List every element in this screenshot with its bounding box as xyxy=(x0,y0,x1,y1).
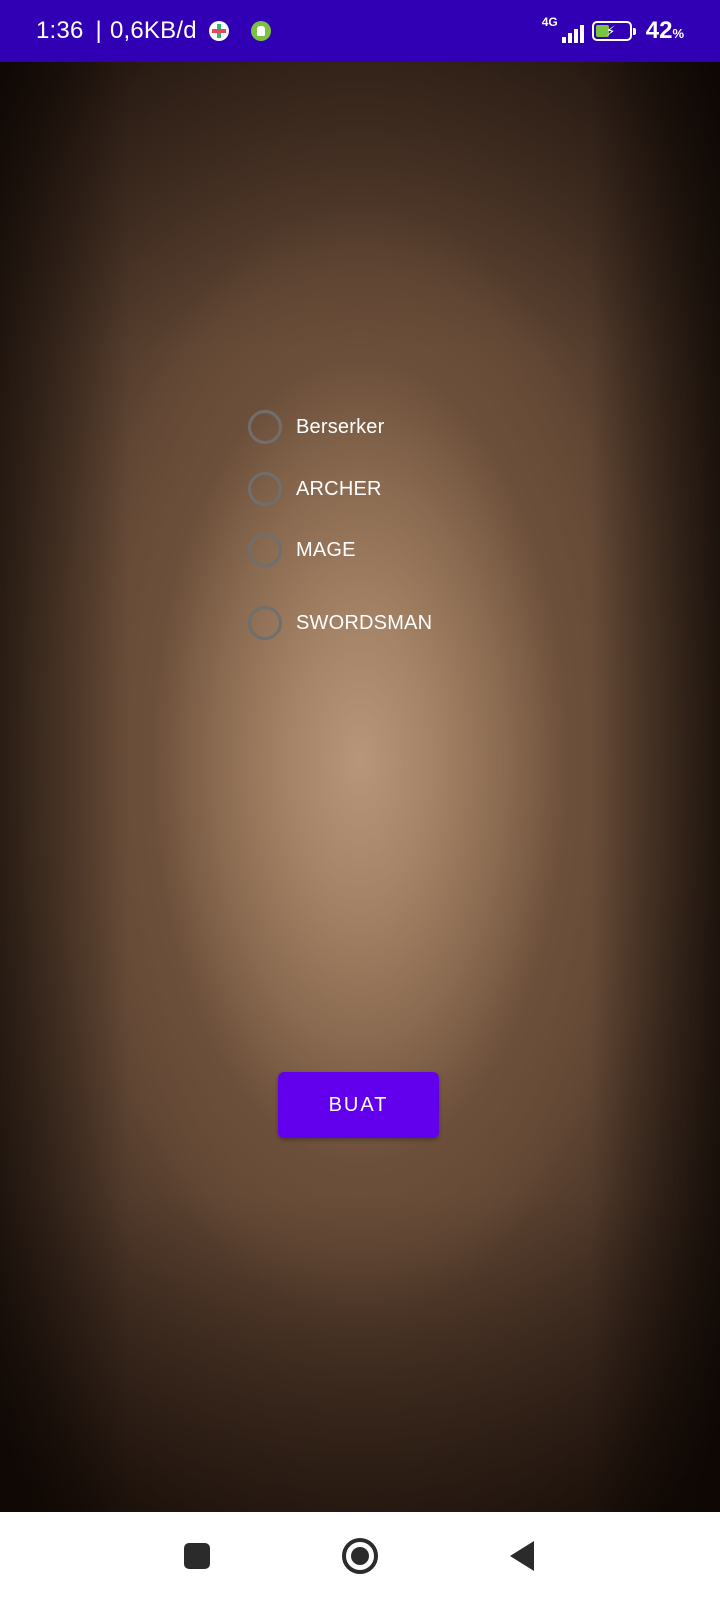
radio-button-icon[interactable] xyxy=(248,533,282,567)
status-separator: | xyxy=(95,17,102,44)
home-button[interactable] xyxy=(320,1512,400,1600)
radio-label: SWORDSMAN xyxy=(296,611,433,634)
main-content: Berserker ARCHER MAGE SWORDSMAN BUAT xyxy=(0,62,720,1512)
data-rate: 0,6KB/d xyxy=(109,17,197,44)
app-screen: 1:36 | 0,6KB/d 4G ⚡ 42% Berserker ARCHER… xyxy=(0,0,720,1600)
charging-bolt-icon: ⚡ xyxy=(605,23,616,39)
back-icon xyxy=(510,1541,534,1571)
radio-label: MAGE xyxy=(296,538,356,561)
home-icon xyxy=(342,1538,378,1574)
network-type: 4G xyxy=(541,15,558,29)
battery-percent-value: 42 xyxy=(645,17,673,44)
clock: 1:36 xyxy=(36,17,84,44)
radio-label: Berserker xyxy=(296,415,385,438)
status-bar: 1:36 | 0,6KB/d 4G ⚡ 42% xyxy=(0,0,720,62)
navigation-bar xyxy=(0,1512,720,1600)
create-button[interactable]: BUAT xyxy=(278,1072,439,1138)
radio-option-archer[interactable]: ARCHER xyxy=(248,472,382,506)
status-right: 4G ⚡ 42% xyxy=(541,15,684,45)
network-indicator: 4G xyxy=(541,15,584,45)
radio-option-swordsman[interactable]: SWORDSMAN xyxy=(248,606,432,640)
battery-percent-sign: % xyxy=(672,26,684,41)
battery-charging-icon: ⚡ xyxy=(591,21,636,41)
radio-option-berserker[interactable]: Berserker xyxy=(248,410,385,444)
back-button[interactable] xyxy=(482,1512,562,1600)
app-plus-icon xyxy=(208,21,229,41)
radio-button-icon[interactable] xyxy=(248,472,282,506)
signal-icon xyxy=(561,25,584,43)
radio-button-icon[interactable] xyxy=(248,410,282,444)
status-left: 1:36 | 0,6KB/d xyxy=(36,17,271,45)
recent-apps-button[interactable] xyxy=(157,1512,237,1600)
radio-option-mage[interactable]: MAGE xyxy=(248,533,356,567)
android-icon xyxy=(250,21,271,41)
battery-percent: 42% xyxy=(646,17,684,45)
radio-button-icon[interactable] xyxy=(248,606,282,640)
radio-label: ARCHER xyxy=(296,477,382,500)
recent-apps-icon xyxy=(184,1543,210,1569)
